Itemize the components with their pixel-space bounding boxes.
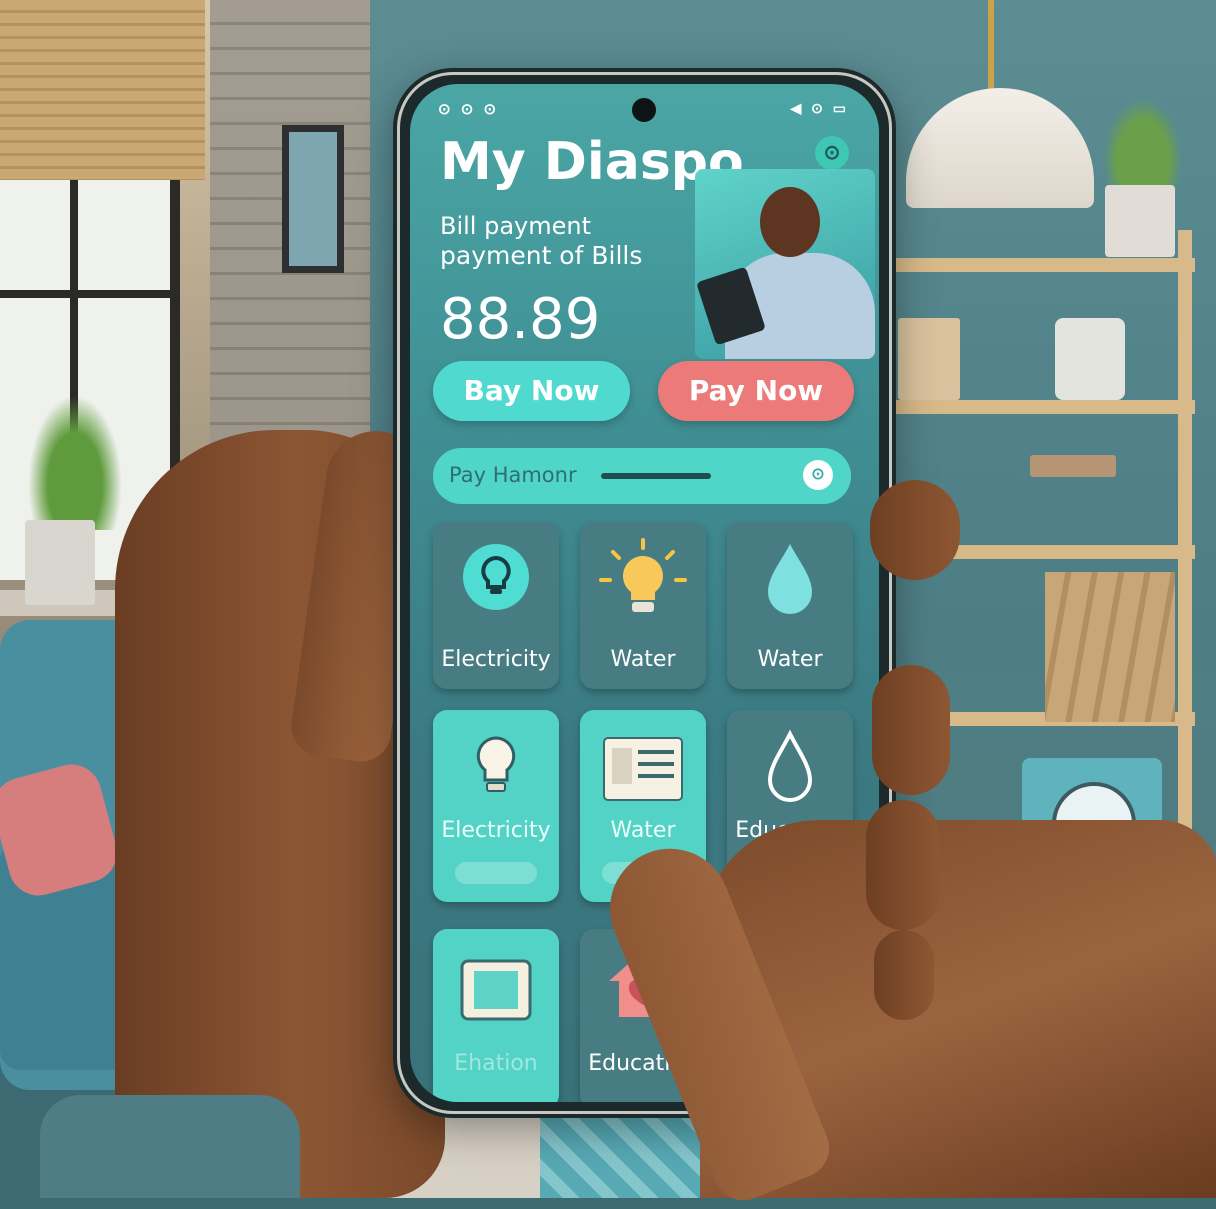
subtitle-line1: Bill payment: [440, 212, 592, 240]
shelf-box: [898, 318, 960, 400]
tile-electricity-2[interactable]: Electricity: [433, 710, 559, 902]
bulb-icon: [476, 736, 516, 792]
amount-display: 88.89: [440, 287, 601, 352]
person-head: [760, 187, 820, 257]
tile-label: Electricity: [441, 647, 551, 672]
window-blind: [0, 0, 205, 180]
tile-ehation[interactable]: Ehation: [433, 929, 559, 1102]
lamp-cord: [988, 0, 994, 90]
sleeve: [40, 1095, 300, 1198]
tile-label: Ehation: [454, 1051, 538, 1076]
right-finger: [870, 480, 960, 580]
bulb-glow-icon: [599, 538, 687, 612]
right-finger: [866, 800, 940, 930]
front-camera: [632, 98, 656, 122]
document-icon: [603, 737, 683, 801]
status-icons-right: ◀ ⊙ ▭: [790, 100, 849, 116]
wall-picture: [282, 125, 344, 273]
pay-bar-slider: [601, 473, 711, 479]
status-bar: ⊙ ⊙ ⊙ ◀ ⊙ ▭: [410, 98, 879, 124]
left-plant-pot: [25, 520, 95, 605]
shelf-vase: [1105, 185, 1175, 257]
shelf-plant: [1098, 90, 1188, 190]
bulb-outline-icon: [463, 544, 529, 610]
shelf-books: [1045, 572, 1175, 722]
shelf-tray: [1030, 455, 1116, 477]
status-icons-left: ⊙ ⊙ ⊙: [438, 101, 500, 118]
tile-water[interactable]: Water: [580, 522, 706, 689]
shelf-jar: [1055, 318, 1125, 400]
frame-icon: [460, 959, 532, 1021]
left-plant: [20, 380, 130, 530]
tile-electricity[interactable]: Electricity: [433, 522, 559, 689]
tile-label: Water: [610, 818, 676, 843]
shelf-2: [895, 400, 1195, 414]
bay-now-button[interactable]: Bay Now: [433, 361, 630, 421]
shelf-post: [1178, 230, 1192, 910]
tile-water-2[interactable]: Water: [727, 522, 853, 689]
pay-bar-label: Pay Hamonr: [449, 463, 577, 487]
tile-label: Electricity: [441, 818, 551, 843]
tile-label: Water: [610, 647, 676, 672]
profile-badge-icon[interactable]: ⊙: [815, 136, 849, 170]
tile-label: Water: [757, 647, 823, 672]
right-finger: [872, 665, 950, 795]
right-finger: [874, 930, 934, 1020]
pay-bar-icon[interactable]: ⊙: [803, 460, 833, 490]
pay-now-button[interactable]: Pay Now: [658, 361, 854, 421]
pay-bar[interactable]: Pay Hamonr ⊙: [433, 448, 851, 504]
hero-image: [695, 169, 875, 359]
droplet-outline-icon: [767, 729, 813, 802]
tile-sub-badge: [455, 862, 537, 884]
shelf-1: [895, 258, 1195, 272]
subtitle-line2: payment of Bills: [440, 241, 643, 270]
droplet-icon: [768, 544, 812, 614]
